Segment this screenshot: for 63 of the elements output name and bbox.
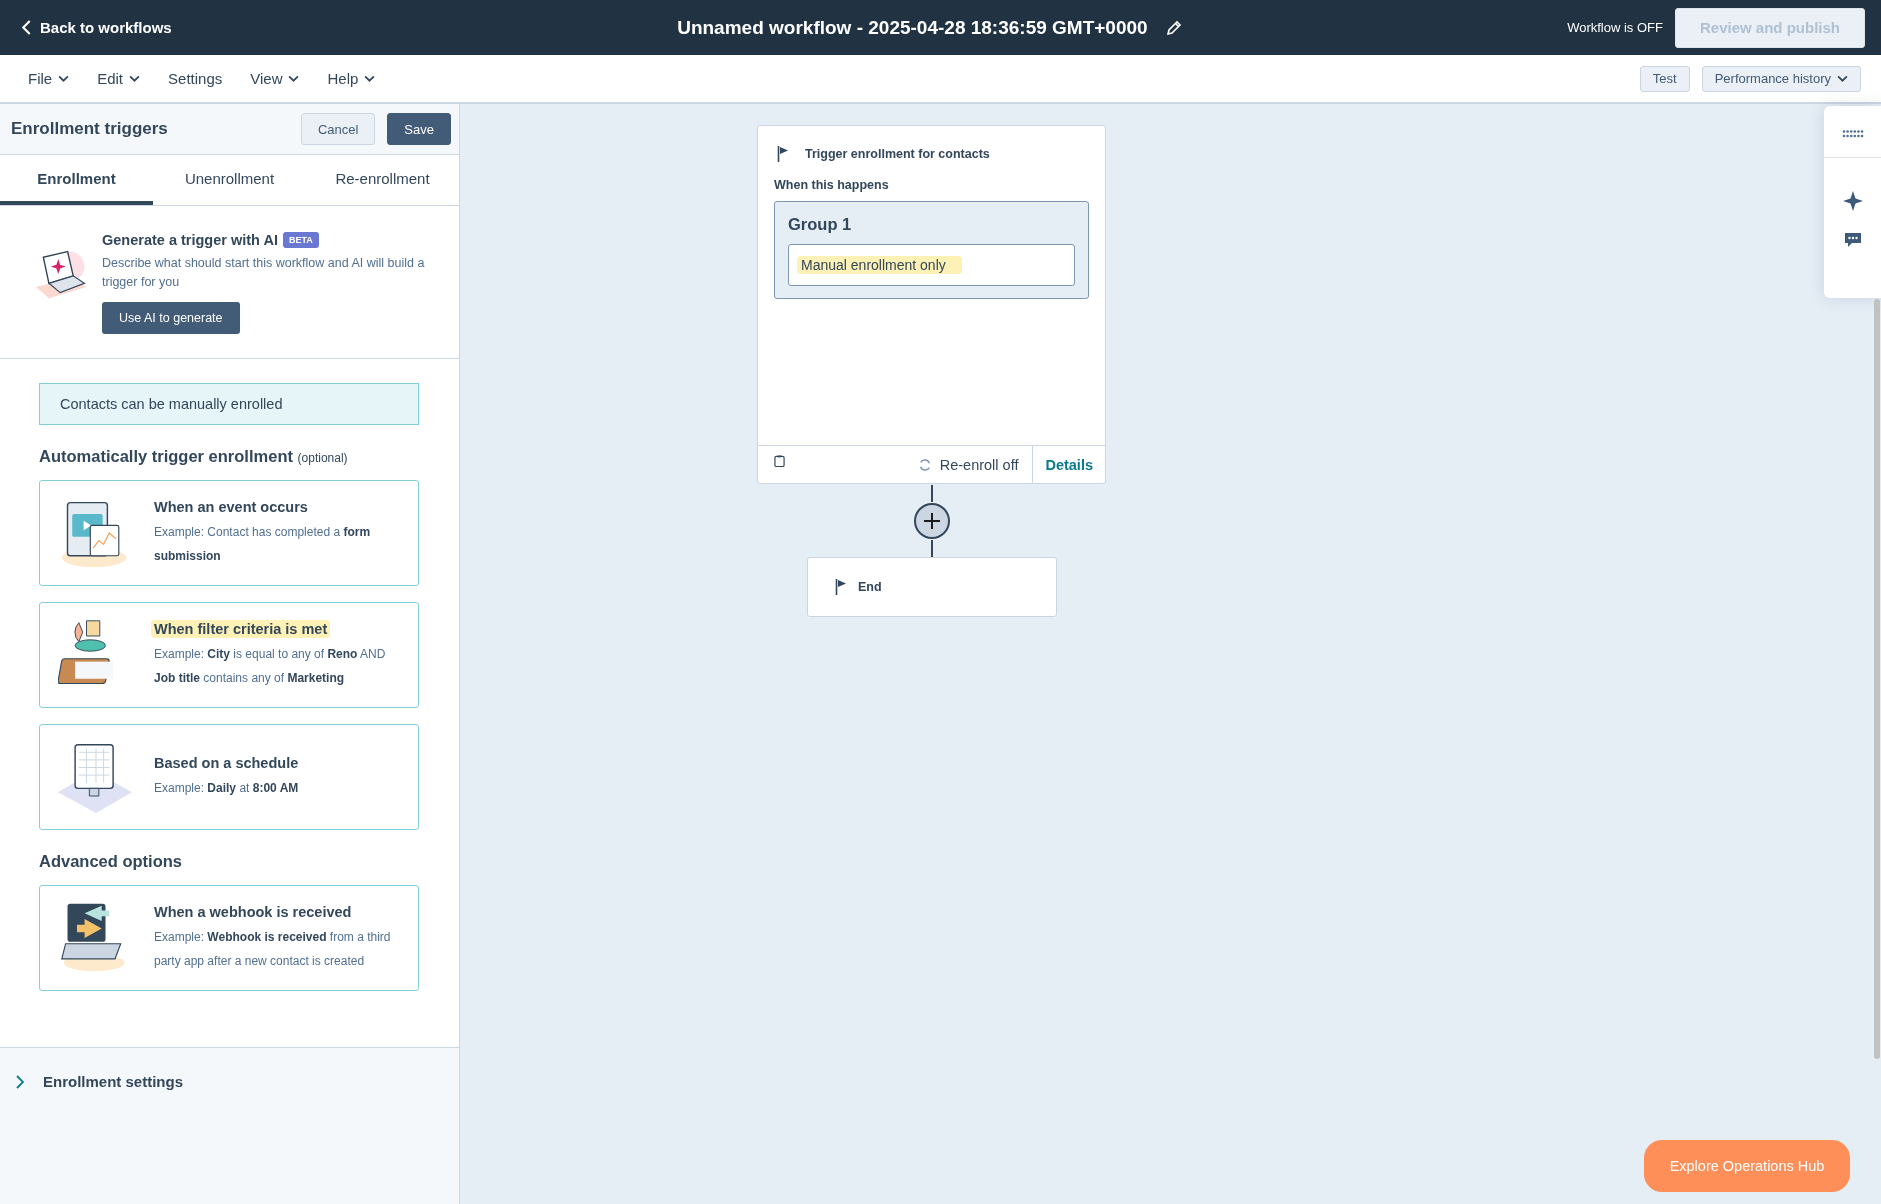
save-button[interactable]: Save: [387, 113, 451, 145]
trigger-option-card[interactable]: Based on a schedule Example: Daily at 8:00 AM: [39, 724, 419, 830]
option-example: Example: Daily at 8:00 AM: [154, 780, 300, 797]
caret-icon: [1837, 75, 1848, 82]
grid-dots-icon[interactable]: [1841, 130, 1864, 138]
enrollment-settings-toggle[interactable]: Enrollment settings: [0, 1048, 200, 1115]
cancel-button[interactable]: Cancel: [300, 113, 376, 145]
section-heading: Advanced options: [39, 852, 182, 870]
menu-item[interactable]: View: [242, 64, 308, 93]
details-link[interactable]: Details: [1032, 446, 1105, 483]
tab[interactable]: Unenrollment: [153, 155, 306, 205]
menu-item[interactable]: Help: [319, 64, 384, 93]
chevron-left-icon: [22, 20, 31, 35]
optional-note: (optional): [297, 451, 348, 465]
option-title: When a webhook is received: [153, 903, 353, 921]
criteria-chip: Manual enrollment only: [797, 256, 962, 274]
option-example: Example: Contact has completed a form submission: [154, 524, 372, 565]
caret-icon: [129, 75, 141, 82]
menu-item[interactable]: File: [20, 64, 78, 93]
caret-icon: [364, 75, 376, 82]
panel-title: Enrollment triggers: [11, 119, 168, 139]
trigger-option-card[interactable]: When filter criteria is met Example: City is equal to any of Reno AND Job title contains any of Marketing: [39, 602, 419, 708]
tab[interactable]: Re-enrollment: [306, 155, 459, 205]
group-title: Group 1: [788, 215, 853, 234]
workflow-status: Workflow is OFF: [1567, 20, 1663, 35]
notice-banner: Contacts can be manually enrolled: [39, 383, 419, 425]
option-title: Based on a schedule: [153, 754, 300, 772]
trigger-node[interactable]: Trigger enrollment for contacts When this happens Group 1 Manual enrollment only Re-enroll off Details: [757, 125, 1106, 484]
use-ai-button[interactable]: Use AI to generate: [102, 302, 240, 334]
tab[interactable]: Enrollment: [0, 155, 153, 205]
reenroll-status: Re-enroll off: [785, 456, 1033, 473]
option-title: When filter criteria is met: [151, 620, 331, 638]
menu-item[interactable]: Edit: [89, 64, 149, 93]
menu-item[interactable]: Settings: [160, 64, 231, 93]
sparkle-icon[interactable]: [1842, 191, 1863, 211]
beta-badge: BETA: [282, 232, 319, 248]
flag-icon: [835, 579, 847, 595]
trigger-option-card[interactable]: When an event occurs Example: Contact has completed a form submission: [39, 480, 419, 586]
trigger-option-card[interactable]: When a webhook is received Example: Webhook is received from a third party app after a new contact is created: [39, 885, 419, 991]
caret-icon: [288, 75, 300, 82]
pencil-icon[interactable]: [1165, 19, 1182, 36]
option-example: Example: City is equal to any of Reno AND Job title contains any of Marketing: [154, 646, 387, 687]
node-title: Trigger enrollment for contacts: [805, 147, 990, 161]
chevron-icon: [16, 1074, 24, 1089]
option-example: Example: Webhook is received from a third party app after a new contact is created: [154, 929, 392, 970]
ai-title: Generate a trigger with AI: [102, 232, 278, 248]
connector-drawing: [912, 485, 952, 557]
option-title: When an event occurs: [153, 498, 309, 516]
section-heading: Automatically trigger enrollment: [39, 447, 293, 465]
node-title: End: [858, 580, 882, 594]
toolbar-button[interactable]: Test: [1639, 65, 1690, 92]
caret-icon: [58, 75, 70, 82]
refresh-icon: [917, 457, 932, 472]
clipboard-icon[interactable]: [774, 453, 785, 468]
back-link[interactable]: Back to workflows: [22, 19, 172, 36]
ai-description: Describe what should start this workflow and AI will build a trigger for you: [102, 255, 426, 291]
flag-icon: [777, 146, 789, 162]
toolbar-button[interactable]: Performance history: [1701, 65, 1861, 92]
scrollbar[interactable]: [1874, 299, 1880, 1059]
node-subtitle: When this happens: [774, 178, 890, 192]
chat-icon[interactable]: [1843, 232, 1862, 248]
workflow-title: Unnamed workflow - 2025-04-28 18:36:59 GMT+0000: [677, 16, 1148, 39]
end-node[interactable]: End: [807, 557, 1057, 617]
